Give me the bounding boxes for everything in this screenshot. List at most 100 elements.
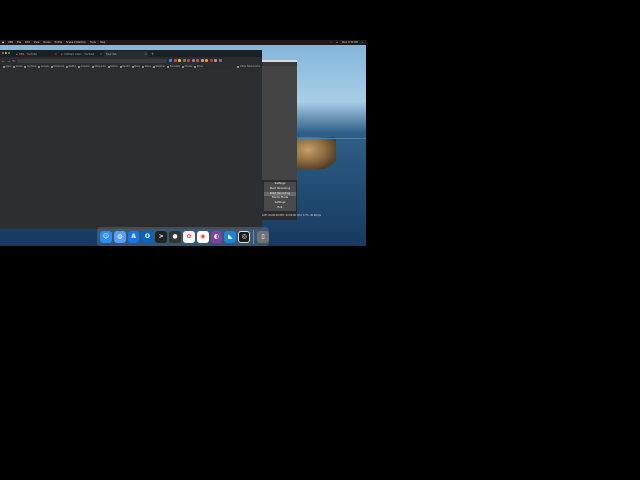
profile-avatar[interactable]: [214, 59, 217, 62]
bookmark-item[interactable]: Weather: [152, 65, 166, 68]
menu-item-tools[interactable]: Tools: [90, 41, 96, 44]
menu-item-file[interactable]: File: [17, 41, 21, 44]
spotlight-icon[interactable]: ⌕: [362, 41, 363, 44]
bookmark-item[interactable]: News: [142, 65, 151, 68]
terminal-icon[interactable]: >: [155, 230, 168, 243]
context-menu: Settings Start Streaming Start Recording…: [264, 182, 296, 211]
bookmark-item[interactable]: Drive: [194, 65, 203, 68]
bookmark-item[interactable]: Translate: [167, 65, 180, 68]
extension-icon[interactable]: [196, 59, 199, 62]
bookmark-item[interactable]: Reddit: [119, 65, 130, 68]
menu-dots-icon[interactable]: [218, 59, 222, 62]
obs-icon[interactable]: ◎: [238, 230, 251, 243]
extension-icon[interactable]: [173, 59, 177, 62]
other-bookmarks[interactable]: Other Bookmarks: [237, 65, 262, 68]
menu-item-obs[interactable]: OBS: [8, 41, 13, 44]
tor-browser-icon[interactable]: ◐: [210, 230, 223, 243]
youtube-icon: ▶: [16, 52, 18, 56]
bookmark-label: Drive: [196, 65, 203, 68]
bookmark-item[interactable]: Netflix: [66, 65, 76, 68]
close-tab-icon[interactable]: ×: [100, 53, 103, 56]
close-tab-icon[interactable]: ×: [55, 53, 58, 56]
tab-title: OBS - YouTube: [18, 52, 37, 56]
trash-icon[interactable]: ▯: [257, 230, 269, 243]
bookmark-label: Maps: [134, 65, 141, 68]
bookmark-label: Apps: [5, 65, 12, 68]
new-tab-page: [0, 69, 262, 229]
extension-icon[interactable]: [169, 59, 172, 62]
forward-icon[interactable]: →: [7, 59, 10, 63]
menu-item-help[interactable]: Help: [100, 41, 105, 44]
back-icon[interactable]: ←: [2, 59, 5, 63]
menu-item-docks[interactable]: Docks: [43, 41, 50, 44]
chrome-icon[interactable]: ◉: [196, 230, 209, 243]
tab-untitled-video[interactable]: ▶ Untitled video - YouTube ×: [59, 51, 103, 57]
youtube-icon: ▶: [61, 52, 63, 56]
bookmark-label: YouTube: [26, 65, 37, 68]
bookmark-label: Translate: [169, 65, 181, 68]
menu-item-scene-collection[interactable]: Scene Collection: [66, 41, 86, 44]
obs-status-bar: LIVE: 00:00:00 REC: 00:00:00 CPU: 3.5%, …: [262, 214, 321, 217]
bookmark-item[interactable]: Google: [38, 65, 49, 68]
extension-icon[interactable]: [209, 59, 213, 62]
extension-icon[interactable]: [187, 59, 190, 62]
bookmark-item[interactable]: Facebook: [50, 65, 65, 68]
reload-icon[interactable]: ↻: [12, 59, 15, 63]
tab-obs-youtube[interactable]: ▶ OBS - YouTube ×: [14, 51, 58, 57]
bookmark-label: Facebook: [53, 65, 65, 68]
battery-icon[interactable]: ▭: [336, 41, 338, 44]
bookmark-label: Netflix: [68, 65, 77, 68]
wifi-icon[interactable]: ◠: [330, 41, 332, 44]
outlook-icon[interactable]: O: [141, 230, 154, 243]
bookmark-label: Reddit: [122, 65, 130, 68]
photos-icon[interactable]: ✿: [182, 230, 195, 243]
photo-booth-icon[interactable]: ●: [169, 230, 181, 243]
dock-divider: [253, 229, 255, 244]
close-tab-icon[interactable]: ×: [145, 53, 148, 56]
clock[interactable]: Mon 3:33 PM: [342, 41, 357, 44]
launchpad-icon[interactable]: ◍: [113, 230, 126, 243]
extension-icon[interactable]: [182, 59, 186, 62]
minimize-window-icon[interactable]: [5, 52, 7, 54]
menu-item-exit[interactable]: Exit: [264, 206, 296, 211]
close-window-icon[interactable]: [2, 52, 4, 54]
bookmark-label: Wikipedia: [94, 65, 106, 68]
wallpaper-horizon: [296, 138, 366, 139]
bookmark-item[interactable]: Amazon: [78, 65, 90, 68]
bookmark-label: Google: [40, 65, 49, 68]
bookmark-label: Amazon: [80, 65, 90, 68]
background-window: [262, 60, 297, 182]
apple-icon[interactable]: ●: [2, 41, 4, 44]
extension-icon[interactable]: [191, 59, 195, 62]
bookmark-item[interactable]: YouTube: [24, 65, 36, 68]
bookmark-item[interactable]: Wikipedia: [91, 65, 106, 68]
address-bar[interactable]: [17, 58, 167, 63]
tab-new-tab[interactable]: New Tab ×: [104, 51, 148, 57]
extension-icon[interactable]: [178, 59, 181, 62]
bookmark-item[interactable]: Photos: [182, 65, 192, 68]
vscode-icon[interactable]: ◣: [224, 230, 237, 243]
bookmark-item[interactable]: Twitter: [107, 65, 118, 68]
finder-icon[interactable]: ☺: [100, 230, 112, 243]
tab-title: New Tab: [106, 52, 117, 56]
extensions-area: [169, 59, 222, 62]
window-controls: [2, 52, 10, 54]
app-store-icon[interactable]: A: [127, 230, 140, 243]
bookmark-item[interactable]: Apps: [3, 65, 11, 68]
bookmark-item[interactable]: Gmail: [13, 65, 22, 68]
bookmark-item[interactable]: Maps: [131, 65, 141, 68]
bookmark-label: Weather: [155, 65, 166, 68]
dock: ☺ ◍ A O > ● ✿ ◉ ◐ ◣ ◎ ▯: [97, 227, 269, 246]
bookmark-label: Gmail: [15, 65, 23, 68]
menu-bar: ● OBS File Edit View Docks Profile Scene…: [0, 40, 366, 45]
extension-icon[interactable]: [205, 59, 208, 62]
new-tab-button[interactable]: +: [149, 51, 154, 57]
bookmark-label: Twitter: [110, 65, 118, 68]
zoom-window-icon[interactable]: [8, 52, 10, 54]
menu-item-view[interactable]: View: [34, 41, 40, 44]
menu-item-profile[interactable]: Profile: [55, 41, 62, 44]
wallpaper-island: [296, 137, 336, 169]
extension-icon[interactable]: [200, 59, 204, 62]
menu-item-edit[interactable]: Edit: [25, 41, 30, 44]
tab-title: Untitled video - YouTube: [63, 52, 95, 56]
